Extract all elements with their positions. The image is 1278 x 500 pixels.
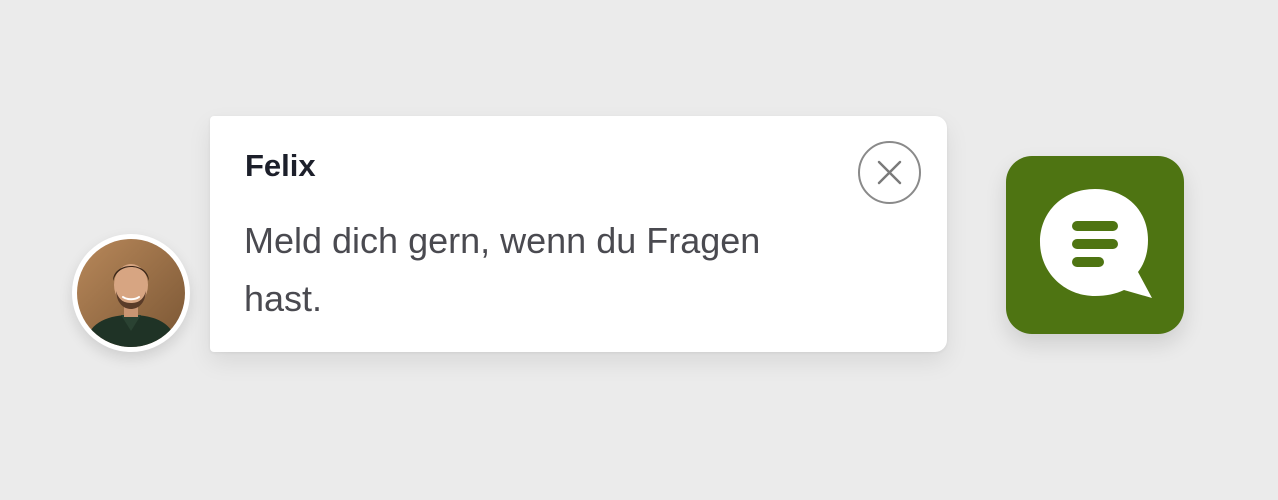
message-text: Meld dich gern, wenn du Fragen hast. [244,220,761,319]
agent-avatar [72,234,190,352]
chat-launcher-button[interactable] [1006,156,1184,334]
chat-bubble-icon [1040,189,1152,298]
avatar-photo [77,239,185,347]
close-icon [877,160,902,185]
sender-name: Felix [245,148,316,183]
close-button[interactable] [858,141,921,204]
chat-message-popup: Felix Meld dich gern, wenn du Fragen has… [210,116,947,352]
